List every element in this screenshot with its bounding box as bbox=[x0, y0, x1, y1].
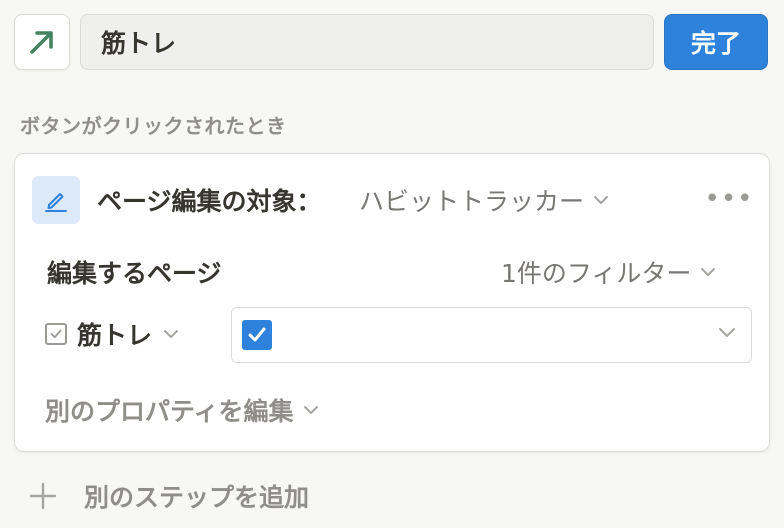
edit-other-property-label: 別のプロパティを編集 bbox=[45, 397, 294, 426]
chevron-down-icon bbox=[701, 268, 716, 276]
trigger-section-label: ボタンがクリックされたとき bbox=[20, 114, 287, 138]
plus-icon bbox=[29, 482, 57, 510]
edit-other-property-button[interactable]: 別のプロパティを編集 bbox=[45, 392, 320, 428]
arrow-up-right-icon bbox=[30, 31, 53, 54]
checked-checkbox[interactable] bbox=[242, 320, 272, 350]
target-database-label: ハビットトラッカー bbox=[359, 187, 585, 216]
button-name-input[interactable]: 筋トレ bbox=[80, 14, 654, 70]
done-button[interactable]: 完了 bbox=[664, 14, 768, 70]
chevron-down-icon bbox=[303, 406, 318, 414]
property-name: 筋トレ bbox=[77, 321, 153, 350]
button-name-value: 筋トレ bbox=[101, 29, 177, 58]
chevron-down-icon[interactable] bbox=[717, 326, 737, 340]
button-icon-picker[interactable] bbox=[14, 14, 70, 70]
target-database-select[interactable]: ハビットトラッカー bbox=[359, 182, 610, 218]
edit-pencil-icon bbox=[32, 176, 80, 224]
filter-label: 1件のフィルター bbox=[501, 259, 692, 288]
filter-select[interactable]: 1件のフィルター bbox=[501, 254, 717, 290]
pages-to-edit-label: 編集するページ bbox=[47, 259, 222, 288]
edit-pages-action-card: ページ編集の対象： ハビットトラッカー ••• 編集するページ 1件のフィルター… bbox=[14, 153, 770, 452]
property-select[interactable]: 筋トレ bbox=[45, 316, 180, 352]
property-value-field[interactable] bbox=[231, 307, 752, 363]
checkbox-property-icon bbox=[45, 323, 67, 345]
add-step-label: 別のステップを追加 bbox=[84, 483, 310, 512]
more-options-icon[interactable]: ••• bbox=[705, 182, 753, 216]
add-step-button[interactable]: 別のステップを追加 bbox=[28, 478, 309, 514]
chevron-down-icon bbox=[594, 196, 609, 204]
action-title: ページ編集の対象： bbox=[97, 187, 322, 216]
chevron-down-icon bbox=[164, 330, 179, 338]
